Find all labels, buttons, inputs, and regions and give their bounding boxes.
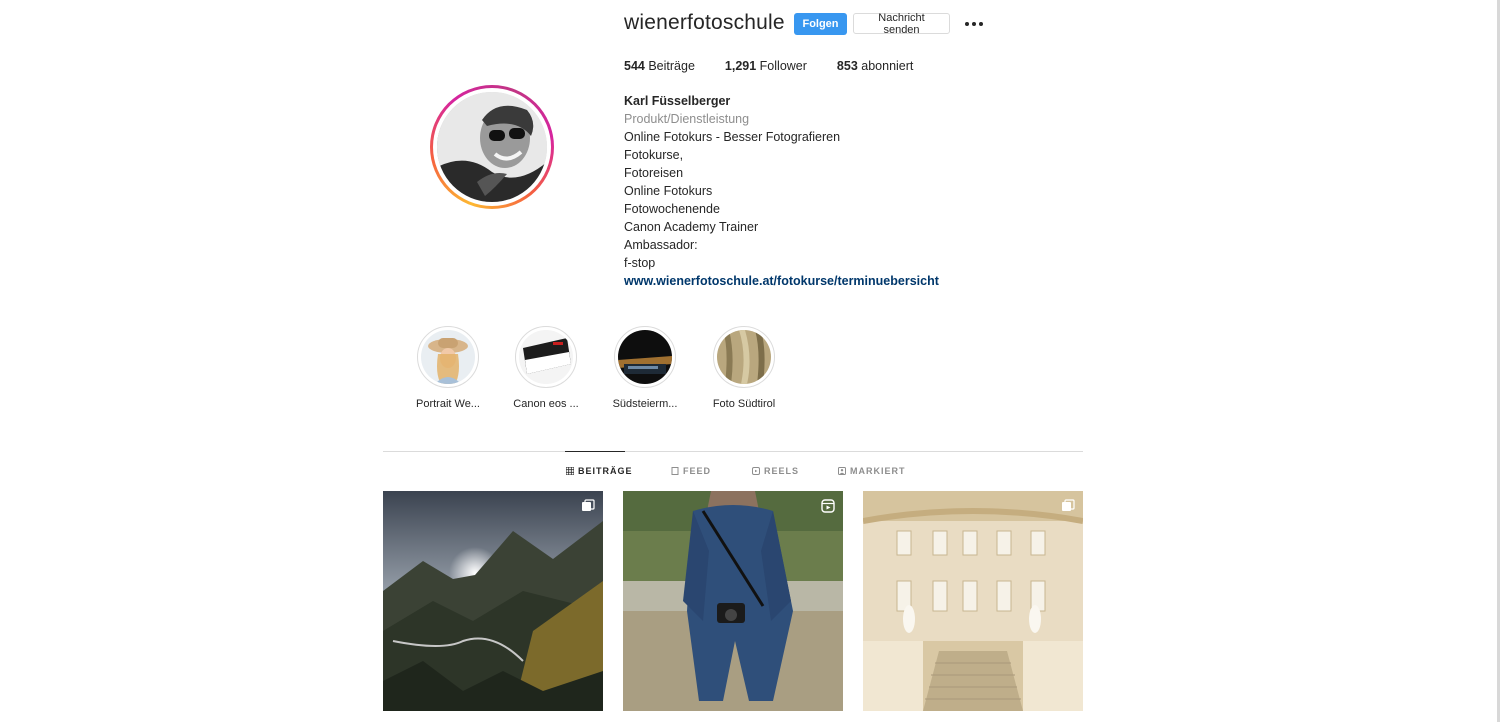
followers-count-value: 1,291	[724, 59, 757, 73]
bio-line: Fotoreisen	[624, 166, 684, 180]
tab-posts-label: BEITRÄGE	[578, 466, 633, 476]
tab-divider	[383, 451, 1083, 452]
tab-tagged-label: MARKIERT	[850, 466, 906, 476]
following-count[interactable]: 853 abonniert	[837, 59, 913, 73]
tab-tagged[interactable]: MARKIERT	[838, 466, 906, 476]
bio-line: Online Fotokurs	[624, 184, 713, 198]
story-highlight[interactable]: Foto Südtirol	[704, 326, 784, 410]
tab-reels-label: REELS	[764, 466, 800, 476]
posts-count-label: Beiträge	[648, 59, 695, 73]
bio-line: Fotokurse,	[624, 148, 684, 162]
post-thumbnail[interactable]	[623, 491, 843, 711]
posts-count-value: 544	[624, 59, 645, 73]
profile-avatar[interactable]	[430, 85, 554, 209]
story-highlight[interactable]: Südsteierm...	[605, 326, 685, 410]
story-highlight[interactable]: Portrait We...	[408, 326, 488, 410]
send-message-button[interactable]: Nachricht senden	[853, 12, 950, 36]
highlight-label: Südsteierm...	[612, 398, 678, 410]
followers-count[interactable]: 1,291 Follower	[725, 59, 807, 73]
carousel-icon	[1062, 499, 1075, 511]
tab-feed-label: FEED	[683, 466, 712, 476]
post-thumbnail[interactable]	[863, 491, 1083, 711]
grid-icon	[566, 467, 574, 475]
active-tab-indicator	[565, 451, 625, 452]
feed-icon	[671, 467, 679, 475]
tab-reels[interactable]: REELS	[752, 466, 799, 476]
tagged-icon	[838, 467, 846, 475]
bio-line: Online Fotokurs - Besser Fotografieren	[624, 130, 841, 144]
profile-full-name: Karl Füsselberger	[624, 94, 731, 108]
highlight-label: Canon eos ...	[513, 398, 579, 410]
bio-line: Ambassador:	[624, 238, 698, 252]
profile-bio: Karl Füsselberger Produkt/Dienstleistung…	[624, 92, 939, 290]
highlight-label: Portrait We...	[416, 398, 480, 410]
follow-button[interactable]: Folgen	[794, 13, 847, 35]
bio-line: Fotowochenende	[624, 202, 720, 216]
highlight-label: Foto Südtirol	[712, 398, 776, 410]
reels-icon	[752, 467, 760, 475]
followers-count-label: Follower	[759, 59, 807, 73]
post-thumbnail[interactable]	[383, 491, 603, 711]
story-highlight[interactable]: Canon eos ...	[506, 326, 586, 410]
profile-username: wienerfotoschule	[624, 11, 785, 34]
posts-count: 544 Beiträge	[624, 59, 695, 73]
bio-website-link[interactable]: www.wienerfotoschule.at/fotokurse/termin…	[624, 272, 939, 290]
following-count-label: abonniert	[861, 59, 914, 73]
tab-posts[interactable]: BEITRÄGE	[566, 466, 633, 476]
reel-icon	[821, 499, 835, 513]
profile-stats: 544 Beiträge 1,291 Follower 853 abonnier…	[624, 59, 943, 73]
following-count-value: 853	[836, 59, 858, 73]
tab-feed[interactable]: FEED	[671, 466, 711, 476]
more-horizontal-icon[interactable]	[964, 21, 984, 27]
bio-line: f-stop	[624, 256, 656, 270]
profile-category: Produkt/Dienstleistung	[624, 112, 750, 126]
bio-line: Canon Academy Trainer	[624, 220, 759, 234]
carousel-icon	[582, 499, 595, 511]
